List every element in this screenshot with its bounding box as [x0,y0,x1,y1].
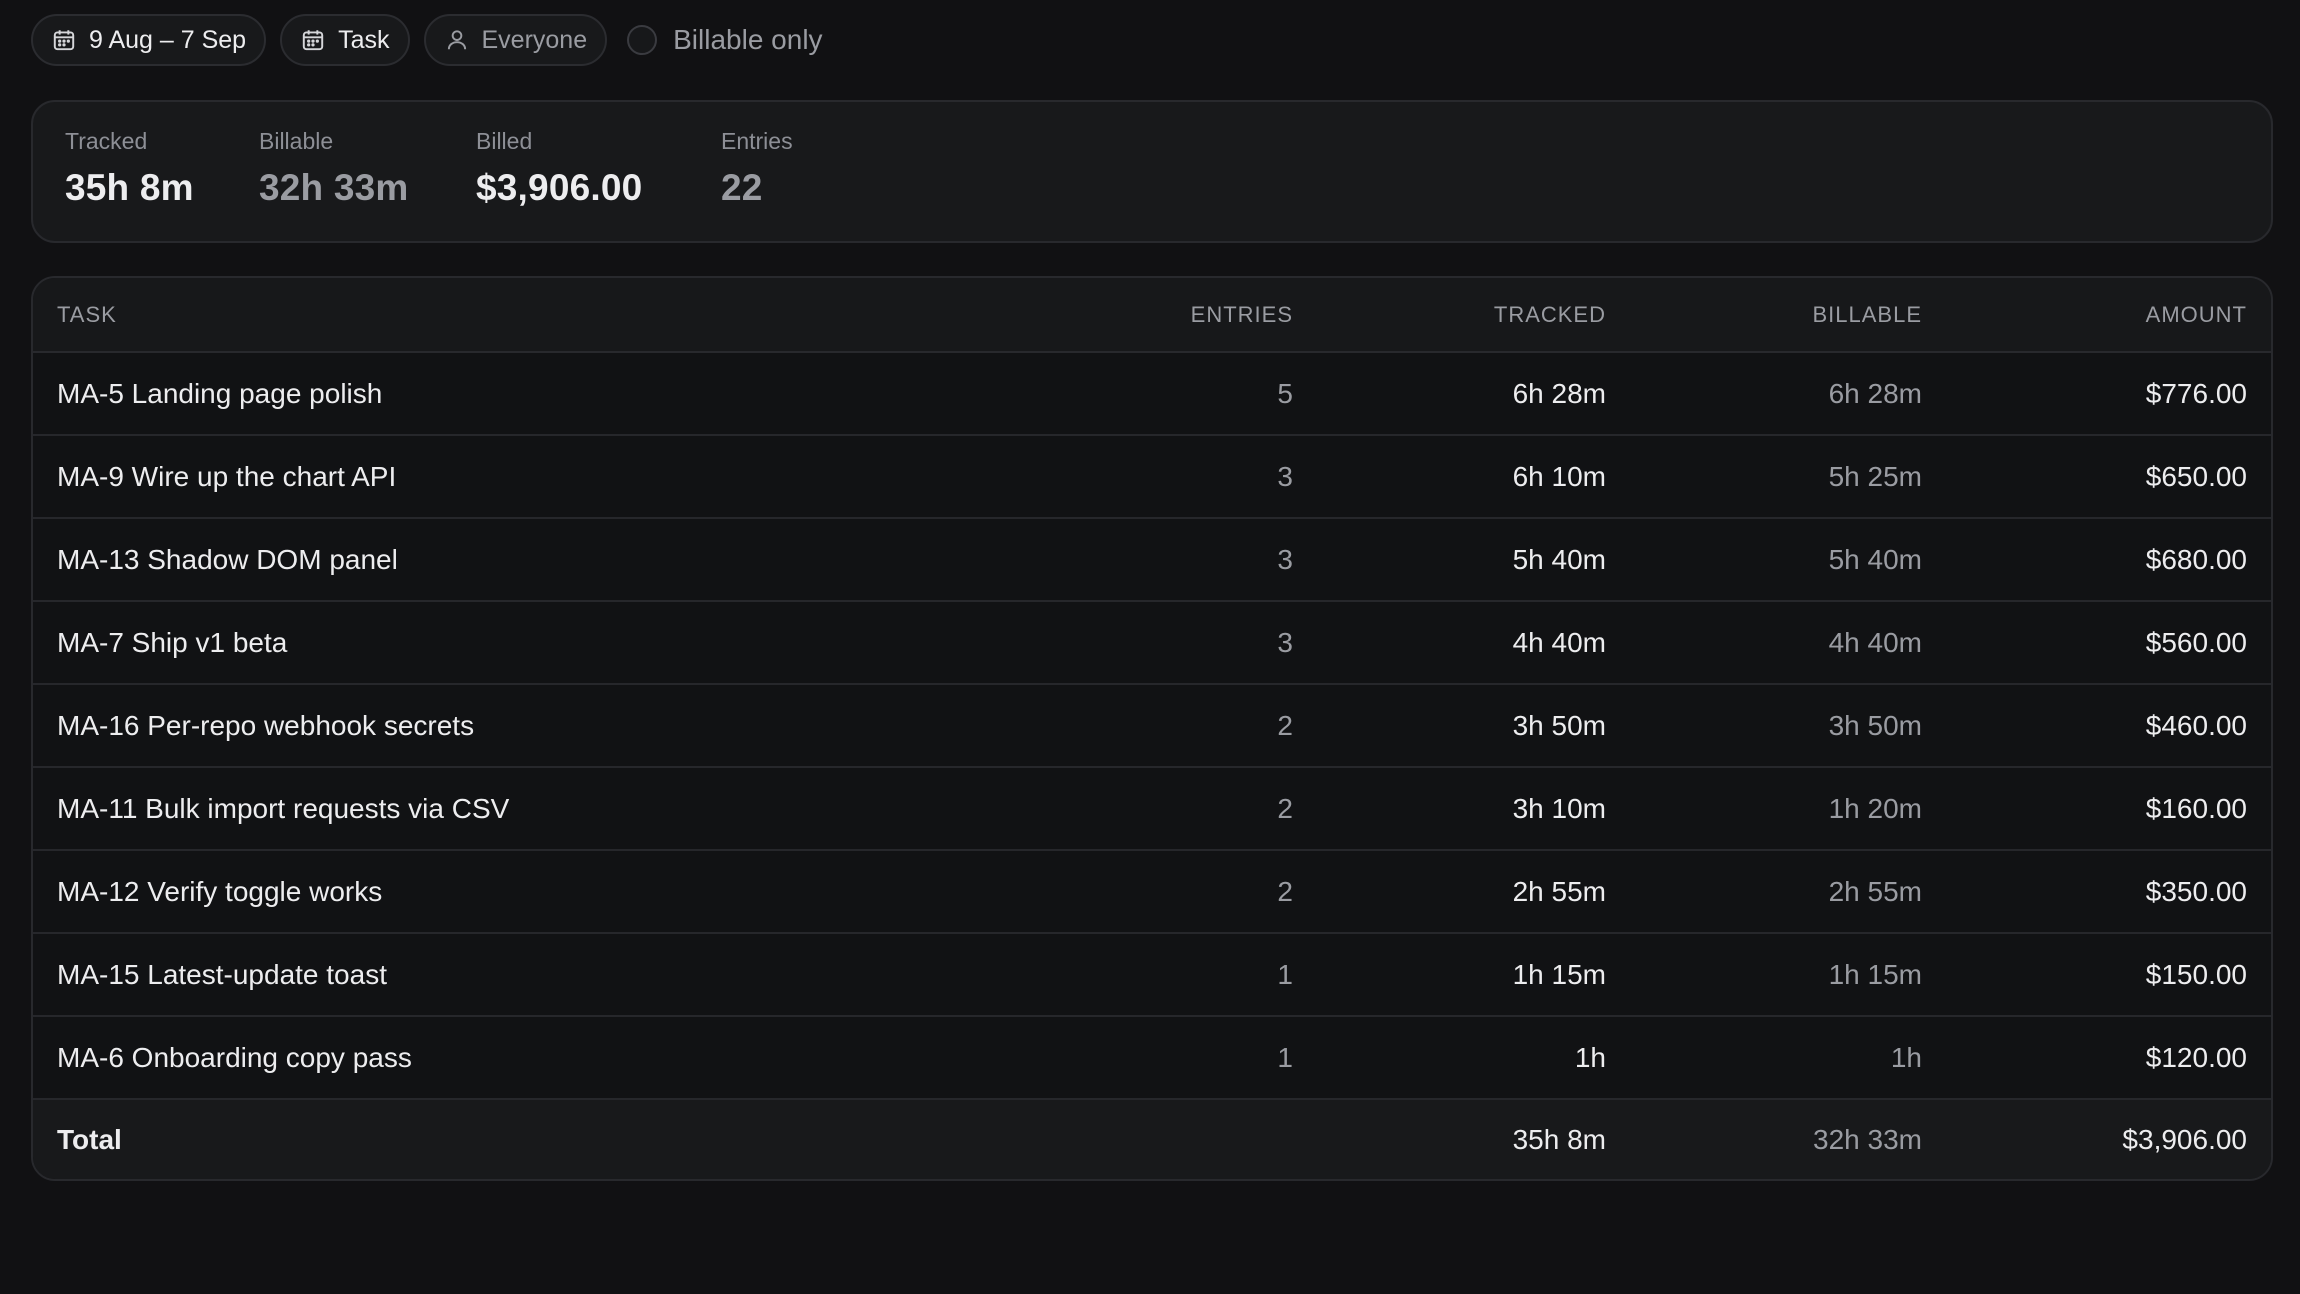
stat-entries: Entries 22 [721,128,793,209]
task-amount: $680.00 [1922,518,2271,602]
total-billable: 32h 33m [1813,1123,1922,1155]
task-amount: $350.00 [1922,850,2271,934]
group-by-label: Task [338,25,390,54]
task-billable: 5h 25m [1606,435,1922,519]
task-name: MA-11 Bulk import requests via CSV [33,767,1083,851]
task-table: TASK ENTRIES TRACKED BILLABLE AMOUNT MA-… [33,278,2271,1179]
task-entries: 2 [1083,684,1293,768]
stat-billed-value: $3,906.00 [476,167,643,208]
column-header-entries[interactable]: ENTRIES [1083,278,1293,353]
summary-stats-card: Tracked 35h 8m Billable 32h 33m Billed $… [31,100,2273,243]
task-tracked: 4h 40m [1293,601,1606,685]
task-entries: 5 [1083,352,1293,436]
task-name: MA-16 Per-repo webhook secrets [33,684,1083,768]
column-header-tracked[interactable]: TRACKED [1293,278,1606,353]
stat-tracked-label: Tracked [65,128,148,154]
stat-billed: Billed $3,906.00 [476,128,642,209]
task-breakdown-table: TASK ENTRIES TRACKED BILLABLE AMOUNT MA-… [31,276,2273,1181]
billable-only-toggle[interactable]: Billable only [627,24,823,56]
billable-only-radio[interactable] [627,25,658,55]
task-name: MA-6 Onboarding copy pass [33,1016,1083,1100]
column-header-amount[interactable]: AMOUNT [1922,278,2271,353]
table-row[interactable]: MA-16 Per-repo webhook secrets 2 3h 50m … [33,684,2271,768]
task-name: MA-12 Verify toggle works [33,850,1083,934]
stat-tracked: Tracked 35h 8m [65,128,194,209]
calendar-icon [300,27,326,53]
people-label: Everyone [481,25,588,54]
task-billable: 1h 15m [1606,933,1922,1017]
task-entries: 2 [1083,850,1293,934]
stat-tracked-value: 35h 8m [65,167,194,208]
stat-billable-label: Billable [259,128,334,154]
table-row[interactable]: MA-6 Onboarding copy pass 1 1h 1h $120.0… [33,1016,2271,1100]
table-row[interactable]: MA-13 Shadow DOM panel 3 5h 40m 5h 40m $… [33,518,2271,602]
table-row[interactable]: MA-12 Verify toggle works 2 2h 55m 2h 55… [33,850,2271,934]
group-by-filter[interactable]: Task [280,14,410,66]
filter-toolbar: 9 Aug – 7 Sep Task Everyone Billable onl… [31,13,823,67]
task-entries: 1 [1083,933,1293,1017]
table-total-row: Total 35h 8m 32h 33m $3,906.00 [33,1099,2271,1179]
stat-billed-label: Billed [476,128,533,154]
task-amount: $776.00 [1922,352,2271,436]
total-label: Total [57,1123,122,1155]
column-header-billable[interactable]: BILLABLE [1606,278,1922,353]
task-tracked: 1h [1293,1016,1606,1100]
task-billable: 2h 55m [1606,850,1922,934]
task-amount: $650.00 [1922,435,2271,519]
user-icon [444,27,470,53]
table-row[interactable]: MA-5 Landing page polish 5 6h 28m 6h 28m… [33,352,2271,436]
date-range-label: 9 Aug – 7 Sep [89,25,247,54]
total-amount: $3,906.00 [2122,1123,2247,1155]
task-tracked: 2h 55m [1293,850,1606,934]
task-billable: 6h 28m [1606,352,1922,436]
task-tracked: 6h 10m [1293,435,1606,519]
task-entries: 2 [1083,767,1293,851]
task-name: MA-15 Latest-update toast [33,933,1083,1017]
task-amount: $160.00 [1922,767,2271,851]
task-billable: 5h 40m [1606,518,1922,602]
stat-entries-label: Entries [721,128,793,154]
table-row[interactable]: MA-9 Wire up the chart API 3 6h 10m 5h 2… [33,435,2271,519]
task-amount: $560.00 [1922,601,2271,685]
total-entries [1083,1099,1293,1179]
task-tracked: 6h 28m [1293,352,1606,436]
total-tracked: 35h 8m [1512,1123,1606,1155]
stat-billable-value: 32h 33m [259,167,409,208]
table-row[interactable]: MA-11 Bulk import requests via CSV 2 3h … [33,767,2271,851]
task-tracked: 5h 40m [1293,518,1606,602]
table-header-row: TASK ENTRIES TRACKED BILLABLE AMOUNT [33,278,2271,353]
task-entries: 3 [1083,518,1293,602]
task-billable: 3h 50m [1606,684,1922,768]
stat-entries-value: 22 [721,167,763,208]
task-amount: $150.00 [1922,933,2271,1017]
task-name: MA-13 Shadow DOM panel [33,518,1083,602]
column-header-task[interactable]: TASK [33,278,1083,353]
task-billable: 1h 20m [1606,767,1922,851]
billable-only-label: Billable only [673,24,823,55]
date-range-filter[interactable]: 9 Aug – 7 Sep [31,14,267,66]
table-row[interactable]: MA-15 Latest-update toast 1 1h 15m 1h 15… [33,933,2271,1017]
task-tracked: 3h 50m [1293,684,1606,768]
table-row[interactable]: MA-7 Ship v1 beta 3 4h 40m 4h 40m $560.0… [33,601,2271,685]
task-entries: 1 [1083,1016,1293,1100]
task-tracked: 1h 15m [1293,933,1606,1017]
task-name: MA-7 Ship v1 beta [33,601,1083,685]
task-name: MA-9 Wire up the chart API [33,435,1083,519]
task-amount: $120.00 [1922,1016,2271,1100]
calendar-icon [51,27,77,53]
task-billable: 1h [1606,1016,1922,1100]
task-tracked: 3h 10m [1293,767,1606,851]
task-amount: $460.00 [1922,684,2271,768]
task-entries: 3 [1083,435,1293,519]
people-filter[interactable]: Everyone [423,14,608,66]
task-name: MA-5 Landing page polish [33,352,1083,436]
task-entries: 3 [1083,601,1293,685]
stat-billable: Billable 32h 33m [259,128,409,209]
task-billable: 4h 40m [1606,601,1922,685]
